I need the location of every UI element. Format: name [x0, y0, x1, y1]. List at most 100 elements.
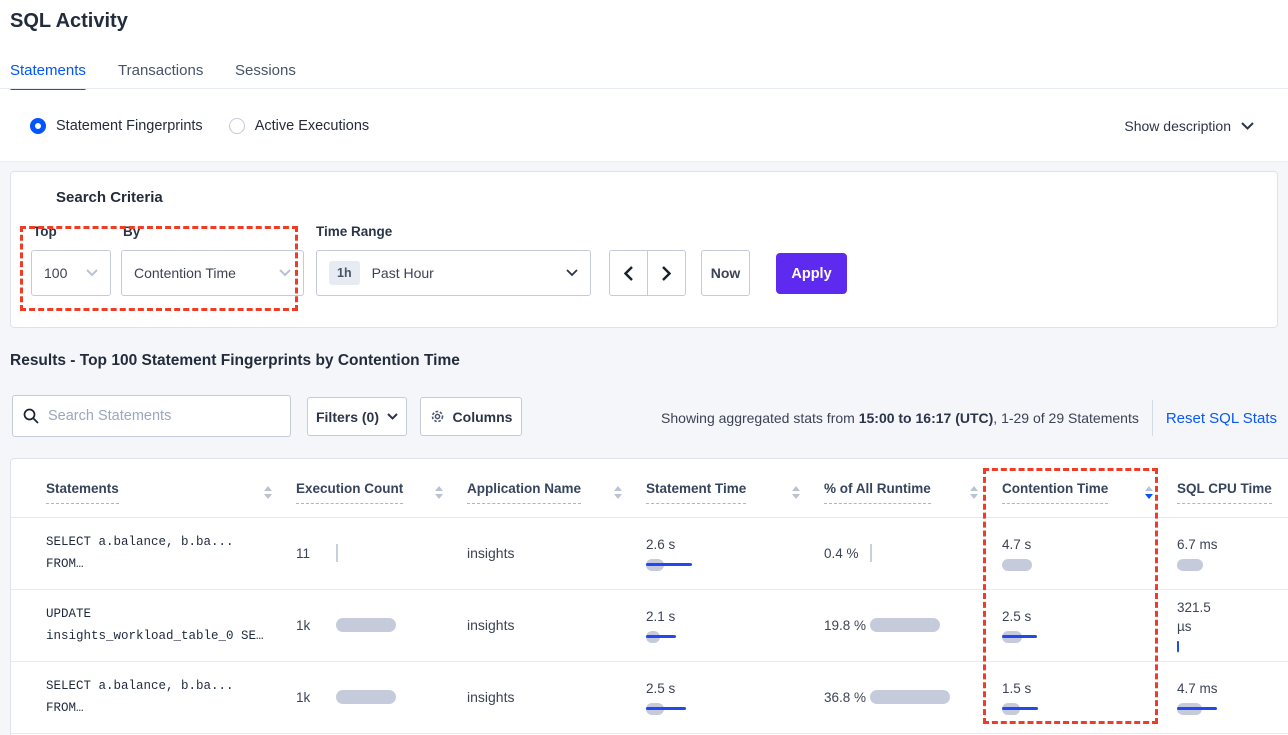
- stats-area: Showing aggregated stats from 15:00 to 1…: [661, 398, 1277, 438]
- top-select-value: 100: [44, 265, 67, 281]
- radio-selected-icon: [30, 118, 46, 134]
- chevron-down-icon: [566, 269, 578, 277]
- search-criteria-heading: Search Criteria: [56, 189, 163, 206]
- statement-time-cell: 2.1 s: [646, 607, 800, 643]
- statement-fingerprint-link[interactable]: UPDATEinsights_workload_table_0 SE…: [46, 603, 272, 647]
- filters-label: Filters (0): [316, 409, 379, 425]
- previous-window-button[interactable]: [610, 251, 648, 295]
- col-header-execution-count[interactable]: Execution Count: [286, 459, 457, 517]
- col-header-statements[interactable]: Statements: [11, 459, 286, 517]
- col-header-contention-time[interactable]: Contention Time: [992, 459, 1167, 517]
- table-row: SELECT a.balance, b.ba...FROM… 11 insigh…: [11, 517, 1288, 589]
- time-range-label: Time Range: [316, 224, 392, 239]
- top-select[interactable]: 100: [31, 250, 111, 296]
- stats-time-range: 15:00 to 16:17 (UTC): [859, 410, 994, 426]
- sort-arrows-icon: [264, 486, 272, 499]
- sql-cpu-time-bar: [1177, 559, 1288, 571]
- contention-time-cell: 2.5 s: [1002, 607, 1153, 643]
- statement-time-bar: [646, 631, 800, 643]
- application-name: insights: [467, 545, 514, 561]
- sort-arrows-icon: [1145, 486, 1153, 499]
- radio-active-executions[interactable]: Active Executions: [229, 118, 369, 134]
- contention-time-cell: 1.5 s: [1002, 679, 1153, 715]
- search-statements-box: [12, 395, 291, 437]
- sql-cpu-time-cell: 321.5 µs: [1177, 598, 1288, 653]
- chevron-down-icon: [1241, 122, 1254, 130]
- col-header-sql-cpu-time[interactable]: SQL CPU Time: [1167, 459, 1288, 517]
- sort-arrows-icon: [435, 486, 443, 499]
- application-name: insights: [467, 617, 514, 633]
- tab-sessions[interactable]: Sessions: [235, 62, 296, 90]
- statements-table-card: Statements Execution Count Application N…: [10, 458, 1288, 735]
- sort-arrows-icon: [970, 486, 978, 499]
- radio-label: Statement Fingerprints: [56, 118, 203, 134]
- execution-count-cell: 1k: [296, 690, 443, 705]
- runtime-pct-cell: 36.8 %: [824, 689, 978, 706]
- runtime-pct-cell: 19.8 %: [824, 617, 978, 634]
- radio-unselected-icon: [229, 118, 245, 134]
- divider: [1152, 400, 1153, 436]
- view-mode-band: Statement Fingerprints Active Executions…: [0, 90, 1288, 162]
- execution-count-cell: 11: [296, 546, 443, 561]
- col-header-application-name[interactable]: Application Name: [457, 459, 636, 517]
- sql-cpu-time-bar: [1177, 641, 1288, 653]
- runtime-pct-bar: [870, 546, 978, 560]
- sql-cpu-time-cell: 6.7 ms: [1177, 535, 1288, 571]
- sort-arrows-icon: [614, 486, 622, 499]
- statement-fingerprint-link[interactable]: SELECT a.balance, b.ba...FROM…: [46, 531, 272, 575]
- next-window-button[interactable]: [648, 251, 686, 295]
- show-description-label: Show description: [1124, 118, 1231, 134]
- sort-arrows-icon: [792, 486, 800, 499]
- chevron-right-icon: [662, 266, 671, 281]
- gear-icon: [430, 409, 445, 424]
- tab-statements[interactable]: Statements: [10, 62, 86, 90]
- show-description-toggle[interactable]: Show description: [1124, 90, 1254, 162]
- col-header-statement-time[interactable]: Statement Time: [636, 459, 814, 517]
- statement-time-bar: [646, 703, 800, 715]
- sql-cpu-time-cell: 4.7 ms: [1177, 679, 1288, 715]
- table-header-row: Statements Execution Count Application N…: [11, 459, 1288, 517]
- search-statements-input[interactable]: [48, 408, 280, 424]
- by-select-value: Contention Time: [134, 265, 236, 281]
- runtime-pct-cell: 0.4 %: [824, 545, 978, 562]
- results-heading: Results - Top 100 Statement Fingerprints…: [10, 352, 460, 370]
- columns-label: Columns: [453, 409, 513, 425]
- chevron-down-icon: [387, 413, 398, 420]
- reset-sql-stats-link[interactable]: Reset SQL Stats: [1166, 410, 1277, 427]
- radio-statement-fingerprints[interactable]: Statement Fingerprints: [30, 118, 203, 134]
- contention-time-bar: [1002, 631, 1153, 643]
- aggregated-stats-text: Showing aggregated stats from 15:00 to 1…: [661, 410, 1139, 426]
- search-icon: [23, 408, 39, 424]
- page-title: SQL Activity: [10, 10, 128, 33]
- time-range-value: Past Hour: [372, 265, 434, 281]
- contention-time-cell: 4.7 s: [1002, 535, 1153, 571]
- time-range-badge: 1h: [329, 261, 360, 285]
- radio-label: Active Executions: [255, 118, 369, 134]
- statement-time-cell: 2.6 s: [646, 535, 800, 571]
- application-name: insights: [467, 689, 514, 705]
- chevron-left-icon: [624, 266, 633, 281]
- runtime-pct-bar: [870, 618, 978, 632]
- col-header-runtime-pct[interactable]: % of All Runtime: [814, 459, 992, 517]
- chevron-down-icon: [86, 269, 98, 277]
- statement-fingerprint-link[interactable]: SELECT a.balance, b.ba...FROM…: [46, 675, 272, 719]
- statements-table: Statements Execution Count Application N…: [11, 459, 1288, 734]
- statement-time-cell: 2.5 s: [646, 679, 800, 715]
- contention-time-bar: [1002, 703, 1153, 715]
- apply-button[interactable]: Apply: [776, 253, 847, 294]
- table-row: SELECT a.balance, b.ba...FROM… 1k insigh…: [11, 661, 1288, 733]
- view-mode-radio-group: Statement Fingerprints Active Executions: [30, 90, 369, 162]
- top-label: Top: [33, 224, 57, 239]
- execution-count-bar: [336, 546, 443, 560]
- filters-button[interactable]: Filters (0): [307, 397, 407, 436]
- tab-transactions[interactable]: Transactions: [118, 62, 203, 90]
- time-range-select[interactable]: 1h Past Hour: [316, 250, 591, 296]
- sql-cpu-time-bar: [1177, 703, 1288, 715]
- columns-button[interactable]: Columns: [420, 397, 522, 436]
- time-window-arrows: [609, 250, 686, 296]
- contention-time-bar: [1002, 559, 1153, 571]
- now-button[interactable]: Now: [701, 250, 750, 296]
- runtime-pct-bar: [870, 690, 978, 704]
- by-label: By: [123, 224, 140, 239]
- by-select[interactable]: Contention Time: [121, 250, 304, 296]
